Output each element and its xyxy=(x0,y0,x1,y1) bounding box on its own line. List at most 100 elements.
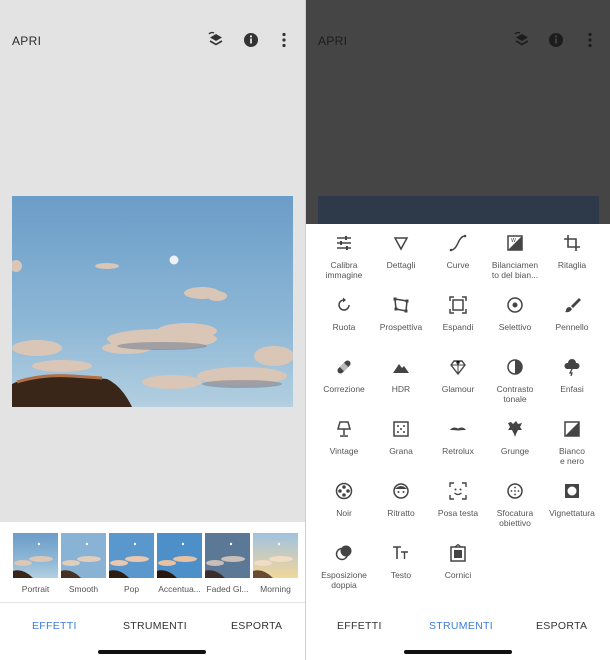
look-label: Morning xyxy=(260,584,291,594)
look-label: Portrait xyxy=(21,584,50,594)
tool-curves[interactable]: Curve xyxy=(428,234,488,270)
tool-crop[interactable]: Ritaglia xyxy=(542,234,602,270)
tool-head-pose[interactable]: Posa testa xyxy=(428,482,488,518)
tool-label: Ritaglia xyxy=(557,260,587,270)
frame-icon xyxy=(449,544,467,562)
info-icon[interactable] xyxy=(241,30,261,50)
open-button[interactable]: APRI xyxy=(318,34,347,48)
look-thumbnail xyxy=(205,533,250,578)
home-indicator xyxy=(98,650,206,654)
diamond-icon xyxy=(449,358,467,376)
tool-rotate[interactable]: Ruota xyxy=(314,296,374,332)
home-indicator xyxy=(404,650,512,654)
tool-white-balance[interactable]: W Bilanciamen to del bian... xyxy=(485,234,545,280)
tool-portrait[interactable]: Ritratto xyxy=(371,482,431,518)
tool-label: Dettagli xyxy=(386,260,416,270)
expand-icon xyxy=(449,296,467,314)
rotate-icon xyxy=(335,296,353,314)
tools-grid: Calibra immagine Dettagli Curve W Bilanc… xyxy=(306,224,610,604)
brush-icon xyxy=(563,296,581,314)
tab-export[interactable]: ESPORTA xyxy=(231,620,282,632)
tool-label: Correzione xyxy=(323,384,365,394)
more-options-icon[interactable] xyxy=(580,30,600,50)
grain-icon xyxy=(392,420,410,438)
contrast-icon xyxy=(506,358,524,376)
look-portrait[interactable]: Portrait xyxy=(13,533,58,594)
mountains-icon xyxy=(392,358,410,376)
look-label: Accentua... xyxy=(158,584,201,594)
look-label: Smooth xyxy=(68,584,99,594)
look-accentuate[interactable]: Accentua... xyxy=(157,533,202,594)
tool-label: Vintage xyxy=(329,446,359,456)
tool-label: Esposizione doppia xyxy=(321,570,367,590)
look-smooth[interactable]: Smooth xyxy=(61,533,106,594)
open-button[interactable]: APRI xyxy=(12,34,41,48)
tool-vignette[interactable]: Vignettatura xyxy=(542,482,602,518)
tool-label: Noir xyxy=(336,508,352,518)
tool-tonal-contrast[interactable]: Contrasto tonale xyxy=(485,358,545,404)
tab-tools[interactable]: STRUMENTI xyxy=(123,620,187,632)
tool-perspective[interactable]: Prospettiva xyxy=(371,296,431,332)
tab-effects[interactable]: EFFETTI xyxy=(337,620,382,632)
tool-tune-image[interactable]: Calibra immagine xyxy=(314,234,374,280)
tool-label: Retrolux xyxy=(442,446,474,456)
look-label: Faded Gl... xyxy=(206,584,249,594)
tool-vintage[interactable]: Vintage xyxy=(314,420,374,456)
look-morning[interactable]: Morning xyxy=(253,533,298,594)
tool-selective[interactable]: Selettivo xyxy=(485,296,545,332)
tool-label: Ritratto xyxy=(387,508,415,518)
double-exposure-icon xyxy=(335,544,353,562)
face-icon xyxy=(392,482,410,500)
info-icon[interactable] xyxy=(546,30,566,50)
text-icon xyxy=(392,544,410,562)
bandage-icon xyxy=(335,358,353,376)
tool-hdr[interactable]: HDR xyxy=(371,358,431,394)
tool-black-white[interactable]: Bianco e nero xyxy=(542,420,602,466)
mustache-icon xyxy=(449,420,467,438)
tool-healing[interactable]: Correzione xyxy=(314,358,374,394)
layers-undo-icon[interactable] xyxy=(512,30,532,50)
tool-drama[interactable]: Enfasi xyxy=(542,358,602,394)
tool-frames[interactable]: Cornici xyxy=(428,544,488,580)
dimmed-photo xyxy=(318,196,599,224)
tool-lens-blur[interactable]: Sfocatura obiettivo xyxy=(485,482,545,528)
look-faded-glow[interactable]: Faded Gl... xyxy=(205,533,250,594)
tool-double-exposure[interactable]: Esposizione doppia xyxy=(314,544,374,590)
tool-label: Glamour xyxy=(441,384,475,394)
look-label: Pop xyxy=(123,584,140,594)
look-thumbnail xyxy=(157,533,202,578)
look-thumbnail xyxy=(61,533,106,578)
tool-glamour[interactable]: Glamour xyxy=(428,358,488,394)
tool-grunge[interactable]: Grunge xyxy=(485,420,545,456)
lamp-icon xyxy=(335,420,353,438)
tool-text[interactable]: Testo xyxy=(371,544,431,580)
tool-label: Enfasi xyxy=(560,384,584,394)
tool-expand[interactable]: Espandi xyxy=(428,296,488,332)
edited-photo[interactable] xyxy=(12,196,293,407)
tool-label: Grana xyxy=(389,446,413,456)
more-options-icon[interactable] xyxy=(274,30,294,50)
lens-blur-icon xyxy=(506,482,524,500)
film-reel-icon xyxy=(335,482,353,500)
tool-label: Bilanciamen to del bian... xyxy=(491,260,539,280)
tab-tools[interactable]: STRUMENTI xyxy=(429,620,493,632)
tool-label: Grunge xyxy=(500,446,530,456)
tool-retrolux[interactable]: Retrolux xyxy=(428,420,488,456)
tab-effects[interactable]: EFFETTI xyxy=(32,620,77,632)
tool-grain[interactable]: Grana xyxy=(371,420,431,456)
tool-details[interactable]: Dettagli xyxy=(371,234,431,270)
tool-brush[interactable]: Pennello xyxy=(542,296,602,332)
triangle-down-icon xyxy=(392,234,410,252)
tool-label: Espandi xyxy=(442,322,474,332)
looks-filmstrip[interactable]: Portrait Smooth Pop Accentua... Faded Gl… xyxy=(0,522,305,602)
tool-label: Ruota xyxy=(332,322,356,332)
curve-icon xyxy=(449,234,467,252)
look-pop[interactable]: Pop xyxy=(109,533,154,594)
face-frame-icon xyxy=(449,482,467,500)
layers-undo-icon[interactable] xyxy=(206,30,226,50)
top-bar: APRI xyxy=(306,22,610,60)
tool-noir[interactable]: Noir xyxy=(314,482,374,518)
tool-label: Posa testa xyxy=(437,508,479,518)
tool-label: HDR xyxy=(391,384,411,394)
tab-export[interactable]: ESPORTA xyxy=(536,620,587,632)
